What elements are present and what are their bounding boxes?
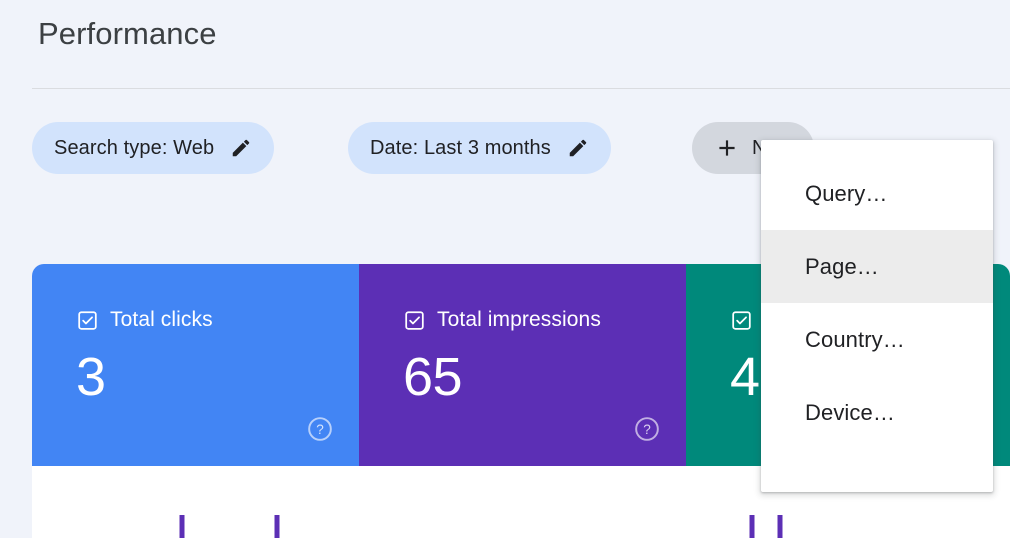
plus-icon xyxy=(714,135,740,161)
help-icon[interactable]: ? xyxy=(634,416,660,442)
svg-text:?: ? xyxy=(316,422,324,437)
pencil-icon[interactable] xyxy=(567,137,589,159)
chip-date-label: Date: Last 3 months xyxy=(370,137,551,160)
chip-date[interactable]: Date: Last 3 months xyxy=(348,122,611,174)
header-divider xyxy=(32,88,1010,89)
menu-item-device[interactable]: Device… xyxy=(761,376,993,449)
metric-label-total-clicks: Total clicks xyxy=(110,308,213,332)
menu-item-country[interactable]: Country… xyxy=(761,303,993,376)
page-title: Performance xyxy=(38,12,217,56)
checkbox-checked-icon[interactable] xyxy=(77,310,98,331)
menu-item-query[interactable]: Query… xyxy=(761,157,993,230)
metric-value-average-ctr: 4 xyxy=(730,344,760,410)
new-filter-dropdown-menu[interactable]: Query… Page… Country… Device… xyxy=(761,140,993,492)
metric-value-total-clicks: 3 xyxy=(76,344,106,410)
pencil-icon[interactable] xyxy=(230,137,252,159)
metric-card-header: Total clicks xyxy=(77,308,213,332)
chart-bar xyxy=(750,515,755,538)
help-icon[interactable]: ? xyxy=(307,416,333,442)
page-header: Performance xyxy=(0,0,1010,88)
chart-bar xyxy=(275,515,280,538)
chart-bar xyxy=(778,515,783,538)
checkbox-checked-icon[interactable] xyxy=(404,310,425,331)
chart-bar xyxy=(180,515,185,538)
metric-card-total-impressions[interactable]: Total impressions 65 ? xyxy=(359,264,686,466)
metric-label-total-impressions: Total impressions xyxy=(437,308,601,332)
chip-search-type-label: Search type: Web xyxy=(54,137,214,160)
metric-card-total-clicks[interactable]: Total clicks 3 ? xyxy=(32,264,359,466)
checkbox-checked-icon[interactable] xyxy=(731,310,752,331)
svg-text:?: ? xyxy=(643,422,651,437)
menu-item-page[interactable]: Page… xyxy=(761,230,993,303)
chip-search-type[interactable]: Search type: Web xyxy=(32,122,274,174)
metric-card-header: Total impressions xyxy=(404,308,601,332)
metric-value-total-impressions: 65 xyxy=(403,344,462,410)
